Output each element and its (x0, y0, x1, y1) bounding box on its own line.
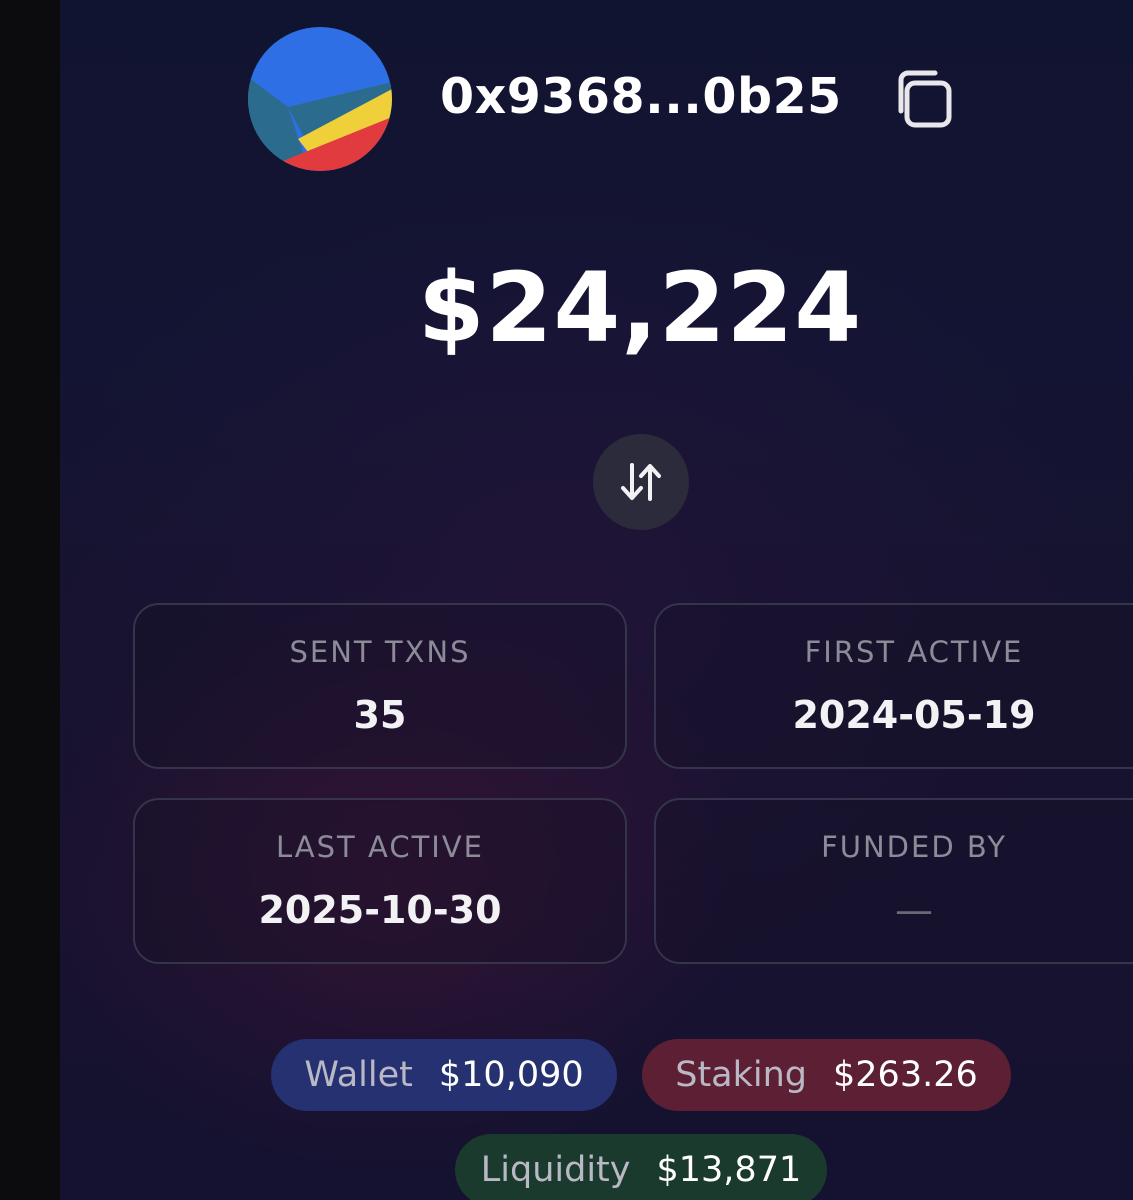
wallet-pill-value: $10,090 (438, 1055, 584, 1095)
liquidity-pill-value: $13,871 (656, 1150, 802, 1190)
liquidity-pill[interactable]: Liquidity $13,871 (455, 1134, 827, 1200)
sent-txns-card: SENT TXNS 35 (133, 603, 627, 769)
staking-pill[interactable]: Staking $263.26 (642, 1039, 1011, 1111)
last-active-value: 2025-10-30 (258, 888, 502, 932)
swap-arrows-icon (621, 463, 661, 501)
wallet-pill-label: Wallet (304, 1055, 413, 1095)
wallet-address: 0x9368...0b25 (440, 68, 842, 125)
last-active-label: LAST ACTIVE (275, 830, 484, 864)
liquidity-pill-label: Liquidity (480, 1150, 631, 1190)
wallet-avatar (248, 27, 392, 171)
copy-icon (898, 70, 952, 128)
first-active-label: FIRST ACTIVE (804, 635, 1024, 669)
swap-button[interactable] (593, 434, 689, 530)
copy-address-button[interactable] (890, 66, 958, 134)
first-active-value: 2024-05-19 (792, 693, 1036, 737)
staking-pill-label: Staking (675, 1055, 808, 1095)
funded-by-label: FUNDED BY (821, 830, 1007, 864)
sent-txns-label: SENT TXNS (289, 635, 471, 669)
funded-by-card: FUNDED BY — (654, 798, 1133, 964)
funded-by-value: — (895, 888, 933, 932)
total-balance: $24,224 (417, 252, 863, 364)
wallet-pill[interactable]: Wallet $10,090 (271, 1039, 617, 1111)
staking-pill-value: $263.26 (833, 1055, 978, 1095)
last-active-card: LAST ACTIVE 2025-10-30 (133, 798, 627, 964)
first-active-card: FIRST ACTIVE 2024-05-19 (654, 603, 1133, 769)
left-edge (0, 0, 60, 1200)
sent-txns-value: 35 (353, 693, 407, 737)
wallet-profile-panel: 0x9368...0b25 $24,224 SENT TXNS 35 FIRST… (60, 0, 1133, 1200)
